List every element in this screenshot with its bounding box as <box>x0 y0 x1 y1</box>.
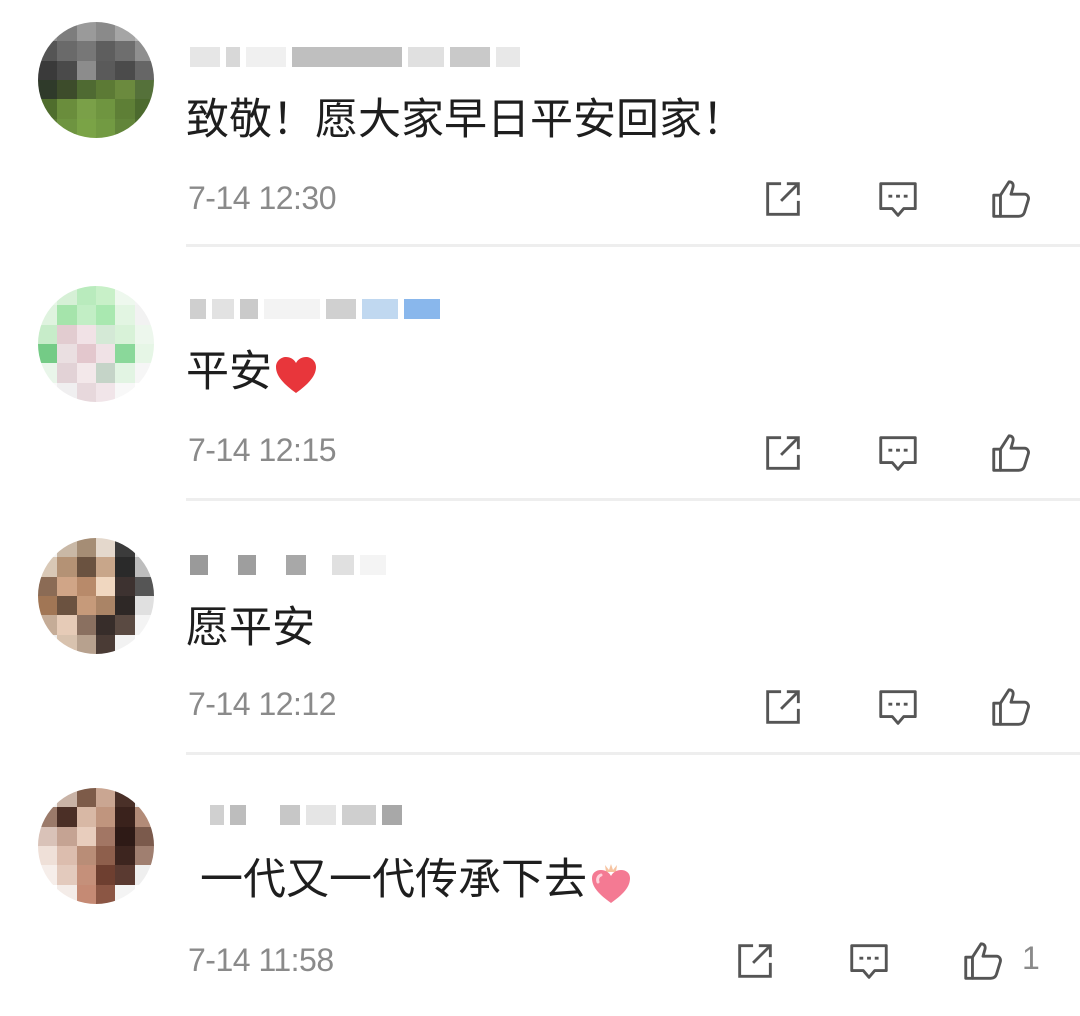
comment-actions <box>0 428 1080 478</box>
like-button[interactable] <box>986 428 1036 478</box>
comment-text: 平安 <box>186 344 318 400</box>
pink-heart-with-crown-icon <box>592 863 630 903</box>
comment-icon <box>879 182 917 217</box>
avatar[interactable] <box>38 286 154 402</box>
username[interactable] <box>190 544 386 586</box>
username[interactable] <box>190 36 520 78</box>
comment-icon <box>879 690 917 725</box>
comment-text-content: 愿平安 <box>186 603 315 653</box>
thumbs-up-icon <box>992 688 1030 726</box>
comment-actions <box>0 682 1080 732</box>
comment-list: 致敬！愿大家早日平安回家！ 7-14 12:30 平安 7-14 12:15 愿… <box>0 0 1080 1004</box>
reply-button[interactable] <box>873 174 923 224</box>
share-button[interactable] <box>758 174 808 224</box>
comment-item: 愿平安 7-14 12:12 <box>0 508 1080 762</box>
reply-button[interactable] <box>873 428 923 478</box>
share-icon <box>766 690 800 724</box>
comment-text: 愿平安 <box>186 600 315 656</box>
divider <box>186 244 1080 247</box>
share-icon <box>766 436 800 470</box>
comment-text-content: 一代又一代传承下去 <box>200 855 587 905</box>
avatar[interactable] <box>38 788 154 904</box>
comment-icon <box>879 436 917 471</box>
comment-item: 一代又一代传承下去 7-14 11:58 1 <box>0 762 1080 1016</box>
comment-actions: 1 <box>0 936 1080 986</box>
comment-text-content: 致敬！愿大家早日平安回家！ <box>186 95 745 145</box>
share-icon <box>738 944 772 978</box>
thumbs-up-icon <box>992 180 1030 218</box>
comment-actions <box>0 174 1080 224</box>
reply-button[interactable] <box>844 936 894 986</box>
like-button[interactable] <box>986 174 1036 224</box>
share-button[interactable] <box>758 428 808 478</box>
comment-item: 平安 7-14 12:15 <box>0 254 1080 508</box>
share-icon <box>766 182 800 216</box>
like-count: 1 <box>1022 940 1040 976</box>
comment-text: 致敬！愿大家早日平安回家！ <box>186 92 745 148</box>
red-heart-icon <box>276 356 316 393</box>
username[interactable] <box>190 794 402 836</box>
reply-button[interactable] <box>873 682 923 732</box>
divider <box>186 498 1080 501</box>
avatar[interactable] <box>38 538 154 654</box>
comment-icon <box>850 944 888 979</box>
divider <box>186 752 1080 755</box>
thumbs-up-icon <box>992 434 1030 472</box>
username[interactable] <box>190 288 440 330</box>
like-button[interactable] <box>958 936 1008 986</box>
avatar[interactable] <box>38 22 154 138</box>
thumbs-up-icon <box>964 942 1002 980</box>
comment-text-content: 平安 <box>186 347 272 397</box>
comment-item: 致敬！愿大家早日平安回家！ 7-14 12:30 <box>0 0 1080 254</box>
like-button[interactable] <box>986 682 1036 732</box>
share-button[interactable] <box>730 936 780 986</box>
comment-text: 一代又一代传承下去 <box>200 852 633 908</box>
share-button[interactable] <box>758 682 808 732</box>
